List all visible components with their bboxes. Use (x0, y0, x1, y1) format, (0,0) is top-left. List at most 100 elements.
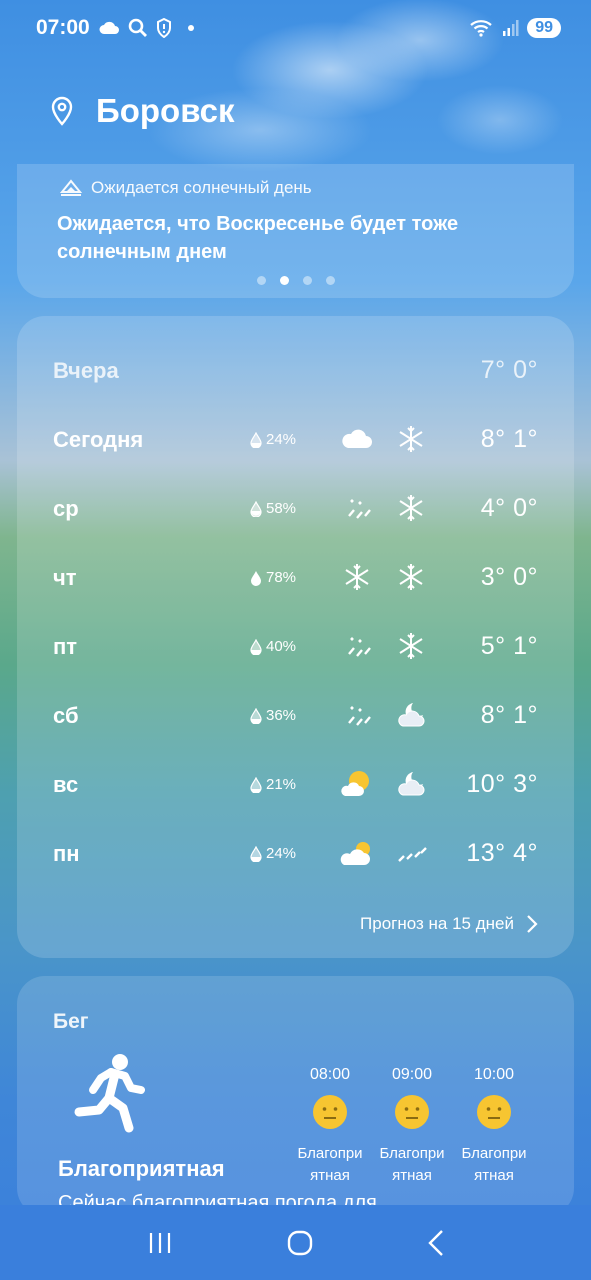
forecast-15-days-link[interactable]: Прогноз на 15 дней (360, 914, 538, 934)
precip-value: 58% (266, 500, 297, 517)
insight-tag: Ожидается солнечный день (59, 178, 312, 198)
location-header[interactable]: Боровск (50, 92, 235, 130)
forecast-row[interactable]: Сегодня 24% 8° 1° (17, 419, 574, 459)
slot-label-line1: Благопри (379, 1145, 445, 1162)
slot-time: 10:00 (473, 1066, 515, 1083)
activity-hour-slot: 09:00 Благопри ятная (372, 1066, 452, 1187)
system-navigation-bar (0, 1205, 591, 1280)
cloudy-moon-icon (398, 703, 425, 727)
insight-card[interactable]: Ожидается солнечный день Ожидается, что … (17, 164, 574, 298)
forecast-row[interactable]: чт 78% 3° 0° (17, 557, 574, 597)
running-activity-card[interactable]: Бег Благоприятная Сейчас благоприятная п… (17, 976, 574, 1216)
sun-cloud-icon (340, 842, 370, 865)
forecast-day: Сегодня (53, 427, 144, 452)
back-icon[interactable] (427, 1229, 445, 1257)
notification-dot-icon (187, 25, 194, 31)
snowflake-icon (399, 426, 423, 452)
rain-icon (398, 847, 427, 862)
raindrop-icon (250, 707, 262, 724)
neutral-face-icon (313, 1095, 347, 1129)
precip-value: 36% (266, 707, 297, 724)
slot-label-line1: Благопри (297, 1145, 363, 1162)
runner-icon (74, 1054, 145, 1133)
search-status-icon (128, 18, 147, 37)
activity-status: Благоприятная (58, 1156, 225, 1181)
sleet-icon (348, 637, 371, 657)
forecast-temps: 10° 3° (466, 770, 538, 798)
daily-forecast-card: Вчера 7° 0° Сегодня 24% 8° 1° ср 58% 4° … (17, 316, 574, 958)
forecast-day: вс (53, 772, 79, 797)
raindrop-icon (250, 500, 262, 517)
forecast-temps: 5° 1° (480, 632, 538, 660)
activity-title: Бег (53, 1010, 89, 1033)
precip-value: 24% (266, 431, 297, 448)
forecast-temps: 7° 0° (480, 356, 538, 384)
city-title: Боровск (96, 92, 235, 129)
cloudy-moon-icon (398, 772, 425, 796)
forecast-row[interactable]: пн 24% 13° 4° (17, 833, 574, 873)
forecast-row[interactable]: пт 40% 5° 1° (17, 626, 574, 666)
forecast-temps: 4° 0° (480, 494, 538, 522)
forecast-15-days-label: Прогноз на 15 дней (360, 914, 514, 933)
home-icon[interactable] (286, 1229, 314, 1257)
forecast-temps: 8° 1° (480, 701, 538, 729)
forecast-row-yesterday[interactable]: Вчера 7° 0° (17, 350, 574, 390)
status-bar: 07:00 99 (0, 0, 591, 56)
raindrop-icon (250, 638, 262, 655)
forecast-row[interactable]: вс 21% 10° 3° (17, 764, 574, 804)
shield-status-icon (156, 18, 171, 38)
precip-value: 21% (266, 776, 297, 793)
activity-hour-slot: 10:00 Благопри ятная (454, 1066, 534, 1187)
activity-hour-slot: 08:00 Благопри ятная (290, 1066, 370, 1187)
insight-tag-text: Ожидается солнечный день (91, 178, 312, 197)
battery-level: 99 (527, 18, 561, 38)
slot-label-line2: ятная (310, 1167, 350, 1184)
carousel-dot-active[interactable] (279, 276, 289, 285)
raindrop-icon (250, 845, 262, 862)
forecast-precip: 36% (249, 707, 296, 724)
forecast-row[interactable]: ср 58% 4° 0° (17, 488, 574, 528)
cloud-icon (342, 429, 372, 448)
slot-label-line2: ятная (474, 1167, 514, 1184)
slot-label-line1: Благопри (461, 1145, 527, 1162)
forecast-precip: 40% (249, 638, 296, 655)
forecast-day: пн (53, 841, 80, 866)
forecast-temps: 8° 1° (480, 425, 538, 453)
raindrop-icon (250, 776, 262, 793)
forecast-day: чт (53, 565, 77, 590)
carousel-dot[interactable] (256, 276, 266, 285)
carousel-dot[interactable] (325, 276, 335, 285)
chevron-right-icon (527, 915, 538, 933)
forecast-day: Вчера (53, 358, 119, 383)
snowflake-icon (399, 495, 423, 521)
forecast-day: пт (53, 634, 78, 659)
forecast-day: сб (53, 703, 79, 728)
snowflake-icon (345, 564, 369, 590)
signal-icon (503, 20, 519, 36)
raindrop-icon (251, 570, 261, 586)
neutral-face-icon (477, 1095, 511, 1129)
recent-apps-icon[interactable] (147, 1231, 173, 1255)
location-pin-icon (51, 96, 73, 126)
slot-time: 08:00 (309, 1066, 351, 1083)
forecast-day: ср (53, 496, 79, 521)
forecast-precip: 78% (249, 569, 296, 586)
forecast-row[interactable]: сб 36% 8° 1° (17, 695, 574, 735)
snowflake-icon (399, 564, 423, 590)
precip-value: 24% (266, 845, 297, 862)
status-time: 07:00 (36, 16, 90, 39)
sun-horizon-icon (59, 179, 83, 196)
raindrop-icon (250, 431, 262, 448)
precip-value: 40% (266, 638, 297, 655)
carousel-dots[interactable] (17, 276, 574, 285)
forecast-temps: 3° 0° (480, 563, 538, 591)
forecast-precip: 21% (249, 776, 296, 793)
forecast-precip: 58% (249, 500, 296, 517)
carousel-dot[interactable] (302, 276, 312, 285)
sun-cloud-icon (341, 771, 369, 796)
insight-text: Ожидается, что Воскресенье будет тоже со… (57, 213, 459, 263)
wifi-icon (470, 20, 492, 37)
slot-label-line2: ятная (392, 1167, 432, 1184)
snowflake-icon (399, 633, 423, 659)
cloud-status-icon (99, 21, 119, 34)
